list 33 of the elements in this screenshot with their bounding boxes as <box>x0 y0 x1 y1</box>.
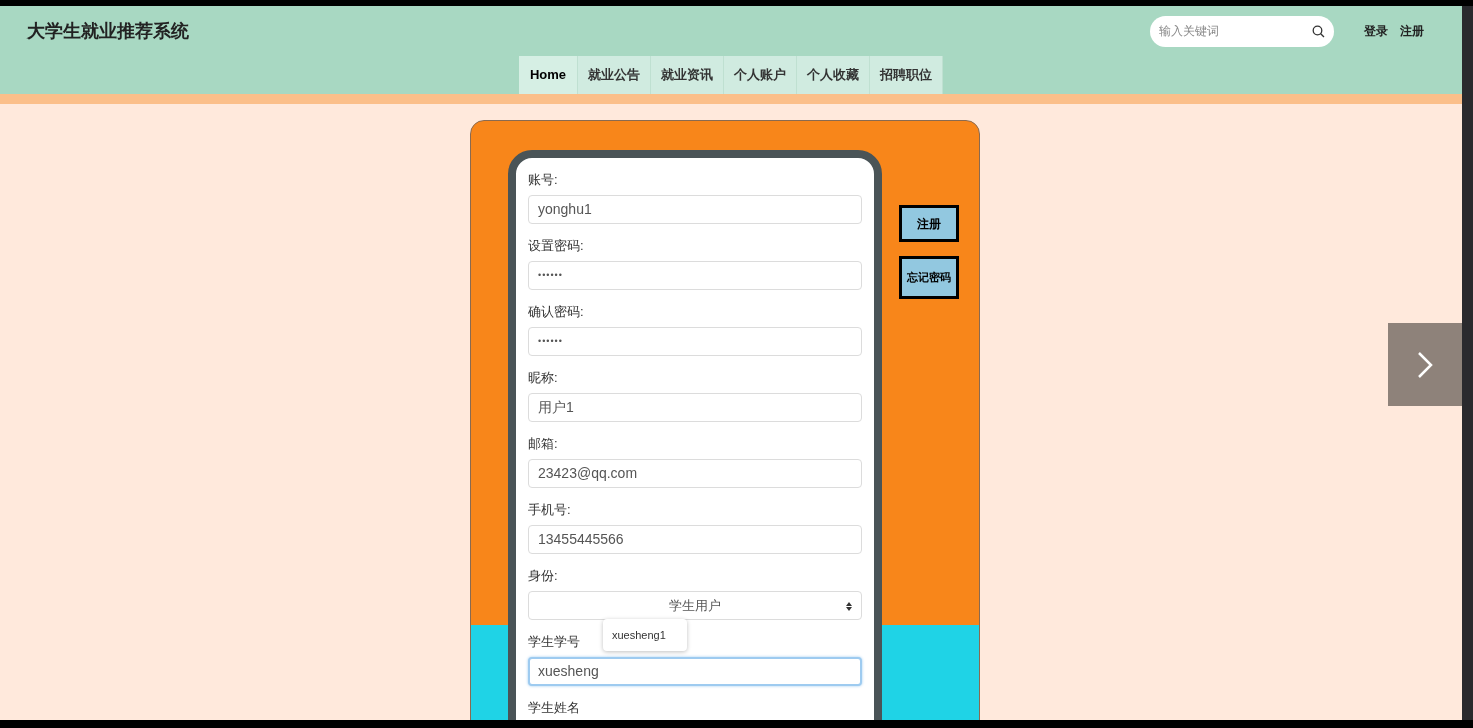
header-link[interactable]: 注册 <box>1400 22 1424 40</box>
password-field[interactable]: •••••• <box>528 261 862 290</box>
select-field[interactable]: 学生用户 <box>528 591 862 620</box>
field-label: 账号: <box>528 172 558 187</box>
nav-tab[interactable]: 个人账户 <box>724 56 798 94</box>
field-label: 邮箱: <box>528 436 558 451</box>
field-label: 学生姓名 <box>528 700 580 715</box>
nav-tab[interactable]: 招聘职位 <box>870 56 944 94</box>
field-label: 确认密码: <box>528 304 584 319</box>
input-field[interactable]: yonghu1 <box>528 195 862 224</box>
input-field[interactable]: 13455445566 <box>528 525 862 554</box>
field-label: 设置密码: <box>528 238 584 253</box>
nav-tab[interactable]: 就业资讯 <box>651 56 725 94</box>
password-field[interactable]: •••••• <box>528 327 862 356</box>
autocomplete-popup[interactable]: xuesheng1 <box>603 619 687 651</box>
field-label: 昵称: <box>528 370 558 385</box>
chevron-right-icon <box>1417 350 1433 379</box>
input-field[interactable]: 用户1 <box>528 393 862 422</box>
search-icon[interactable] <box>1312 24 1325 38</box>
nav-tab[interactable]: Home <box>518 56 579 94</box>
field-label: 学生学号 <box>528 634 580 649</box>
side-button[interactable]: 忘记密码 <box>899 256 959 299</box>
nav-tab[interactable]: 就业公告 <box>578 56 652 94</box>
field-label: 身份: <box>528 568 558 583</box>
field-label: 手机号: <box>528 502 571 517</box>
input-field[interactable]: xuesheng <box>528 657 862 686</box>
input-field[interactable]: 23423@qq.com <box>528 459 862 488</box>
site-title: 大学生就业推荐系统 <box>27 22 189 40</box>
header-link[interactable]: 登录 <box>1364 22 1388 40</box>
nav-tab[interactable]: 个人收藏 <box>797 56 871 94</box>
sort-icon <box>846 602 852 611</box>
search-field[interactable]: 输入关键词 <box>1150 15 1334 47</box>
side-button[interactable]: 注册 <box>899 205 959 242</box>
